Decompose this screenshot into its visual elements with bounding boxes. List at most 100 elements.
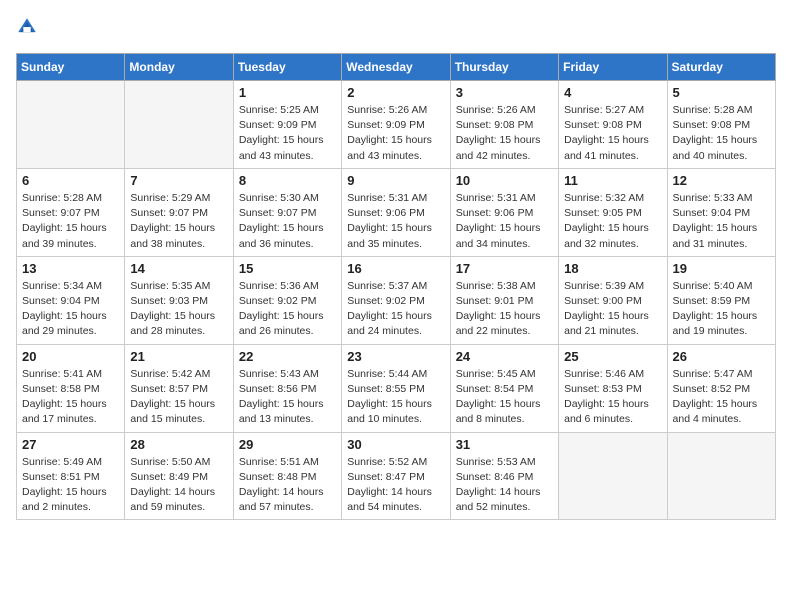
day-number: 1 xyxy=(239,85,336,100)
calendar-week-1: 1 Sunrise: 5:25 AMSunset: 9:09 PMDayligh… xyxy=(17,81,776,169)
day-info: Sunrise: 5:27 AMSunset: 9:08 PMDaylight:… xyxy=(564,103,661,164)
day-number: 12 xyxy=(673,173,770,188)
day-header-tuesday: Tuesday xyxy=(233,54,341,81)
calendar-week-2: 6 Sunrise: 5:28 AMSunset: 9:07 PMDayligh… xyxy=(17,168,776,256)
day-info: Sunrise: 5:52 AMSunset: 8:47 PMDaylight:… xyxy=(347,455,444,516)
day-info: Sunrise: 5:40 AMSunset: 8:59 PMDaylight:… xyxy=(673,279,770,340)
day-info: Sunrise: 5:25 AMSunset: 9:09 PMDaylight:… xyxy=(239,103,336,164)
day-number: 23 xyxy=(347,349,444,364)
calendar-cell: 18 Sunrise: 5:39 AMSunset: 9:00 PMDaylig… xyxy=(559,256,667,344)
day-number: 6 xyxy=(22,173,119,188)
day-info: Sunrise: 5:34 AMSunset: 9:04 PMDaylight:… xyxy=(22,279,119,340)
calendar-cell: 5 Sunrise: 5:28 AMSunset: 9:08 PMDayligh… xyxy=(667,81,775,169)
day-number: 13 xyxy=(22,261,119,276)
day-number: 20 xyxy=(22,349,119,364)
day-header-monday: Monday xyxy=(125,54,233,81)
calendar-cell: 12 Sunrise: 5:33 AMSunset: 9:04 PMDaylig… xyxy=(667,168,775,256)
day-number: 31 xyxy=(456,437,553,452)
calendar-cell: 9 Sunrise: 5:31 AMSunset: 9:06 PMDayligh… xyxy=(342,168,450,256)
page-header xyxy=(16,16,776,43)
calendar-header-row: SundayMondayTuesdayWednesdayThursdayFrid… xyxy=(17,54,776,81)
calendar-cell xyxy=(667,432,775,520)
calendar-cell: 15 Sunrise: 5:36 AMSunset: 9:02 PMDaylig… xyxy=(233,256,341,344)
calendar-cell: 14 Sunrise: 5:35 AMSunset: 9:03 PMDaylig… xyxy=(125,256,233,344)
day-info: Sunrise: 5:51 AMSunset: 8:48 PMDaylight:… xyxy=(239,455,336,516)
calendar-cell: 6 Sunrise: 5:28 AMSunset: 9:07 PMDayligh… xyxy=(17,168,125,256)
day-info: Sunrise: 5:26 AMSunset: 9:08 PMDaylight:… xyxy=(456,103,553,164)
calendar-cell: 11 Sunrise: 5:32 AMSunset: 9:05 PMDaylig… xyxy=(559,168,667,256)
day-number: 3 xyxy=(456,85,553,100)
calendar-body: 1 Sunrise: 5:25 AMSunset: 9:09 PMDayligh… xyxy=(17,81,776,520)
calendar-cell: 7 Sunrise: 5:29 AMSunset: 9:07 PMDayligh… xyxy=(125,168,233,256)
calendar-cell: 3 Sunrise: 5:26 AMSunset: 9:08 PMDayligh… xyxy=(450,81,558,169)
day-info: Sunrise: 5:43 AMSunset: 8:56 PMDaylight:… xyxy=(239,367,336,428)
day-info: Sunrise: 5:38 AMSunset: 9:01 PMDaylight:… xyxy=(456,279,553,340)
calendar-cell: 13 Sunrise: 5:34 AMSunset: 9:04 PMDaylig… xyxy=(17,256,125,344)
day-info: Sunrise: 5:49 AMSunset: 8:51 PMDaylight:… xyxy=(22,455,119,516)
day-number: 2 xyxy=(347,85,444,100)
day-number: 21 xyxy=(130,349,227,364)
day-number: 28 xyxy=(130,437,227,452)
calendar-cell xyxy=(125,81,233,169)
day-info: Sunrise: 5:45 AMSunset: 8:54 PMDaylight:… xyxy=(456,367,553,428)
calendar-week-4: 20 Sunrise: 5:41 AMSunset: 8:58 PMDaylig… xyxy=(17,344,776,432)
calendar-cell: 30 Sunrise: 5:52 AMSunset: 8:47 PMDaylig… xyxy=(342,432,450,520)
calendar-table: SundayMondayTuesdayWednesdayThursdayFrid… xyxy=(16,53,776,520)
day-info: Sunrise: 5:35 AMSunset: 9:03 PMDaylight:… xyxy=(130,279,227,340)
day-info: Sunrise: 5:26 AMSunset: 9:09 PMDaylight:… xyxy=(347,103,444,164)
day-header-saturday: Saturday xyxy=(667,54,775,81)
day-info: Sunrise: 5:44 AMSunset: 8:55 PMDaylight:… xyxy=(347,367,444,428)
day-number: 27 xyxy=(22,437,119,452)
day-number: 30 xyxy=(347,437,444,452)
day-number: 7 xyxy=(130,173,227,188)
day-number: 25 xyxy=(564,349,661,364)
day-header-friday: Friday xyxy=(559,54,667,81)
calendar-cell: 16 Sunrise: 5:37 AMSunset: 9:02 PMDaylig… xyxy=(342,256,450,344)
calendar-cell: 31 Sunrise: 5:53 AMSunset: 8:46 PMDaylig… xyxy=(450,432,558,520)
day-info: Sunrise: 5:53 AMSunset: 8:46 PMDaylight:… xyxy=(456,455,553,516)
calendar-cell: 17 Sunrise: 5:38 AMSunset: 9:01 PMDaylig… xyxy=(450,256,558,344)
calendar-cell: 26 Sunrise: 5:47 AMSunset: 8:52 PMDaylig… xyxy=(667,344,775,432)
calendar-cell: 4 Sunrise: 5:27 AMSunset: 9:08 PMDayligh… xyxy=(559,81,667,169)
day-info: Sunrise: 5:30 AMSunset: 9:07 PMDaylight:… xyxy=(239,191,336,252)
calendar-cell: 24 Sunrise: 5:45 AMSunset: 8:54 PMDaylig… xyxy=(450,344,558,432)
day-info: Sunrise: 5:42 AMSunset: 8:57 PMDaylight:… xyxy=(130,367,227,428)
day-info: Sunrise: 5:33 AMSunset: 9:04 PMDaylight:… xyxy=(673,191,770,252)
day-number: 11 xyxy=(564,173,661,188)
day-number: 4 xyxy=(564,85,661,100)
day-info: Sunrise: 5:28 AMSunset: 9:08 PMDaylight:… xyxy=(673,103,770,164)
day-number: 18 xyxy=(564,261,661,276)
day-number: 10 xyxy=(456,173,553,188)
calendar-cell: 2 Sunrise: 5:26 AMSunset: 9:09 PMDayligh… xyxy=(342,81,450,169)
day-number: 17 xyxy=(456,261,553,276)
day-number: 16 xyxy=(347,261,444,276)
calendar-cell: 25 Sunrise: 5:46 AMSunset: 8:53 PMDaylig… xyxy=(559,344,667,432)
calendar-cell: 23 Sunrise: 5:44 AMSunset: 8:55 PMDaylig… xyxy=(342,344,450,432)
day-info: Sunrise: 5:46 AMSunset: 8:53 PMDaylight:… xyxy=(564,367,661,428)
day-number: 29 xyxy=(239,437,336,452)
day-info: Sunrise: 5:28 AMSunset: 9:07 PMDaylight:… xyxy=(22,191,119,252)
calendar-cell: 28 Sunrise: 5:50 AMSunset: 8:49 PMDaylig… xyxy=(125,432,233,520)
calendar-cell xyxy=(17,81,125,169)
logo-icon xyxy=(16,16,38,43)
day-info: Sunrise: 5:41 AMSunset: 8:58 PMDaylight:… xyxy=(22,367,119,428)
day-number: 26 xyxy=(673,349,770,364)
day-info: Sunrise: 5:47 AMSunset: 8:52 PMDaylight:… xyxy=(673,367,770,428)
day-number: 19 xyxy=(673,261,770,276)
calendar-cell: 27 Sunrise: 5:49 AMSunset: 8:51 PMDaylig… xyxy=(17,432,125,520)
calendar-cell: 20 Sunrise: 5:41 AMSunset: 8:58 PMDaylig… xyxy=(17,344,125,432)
day-number: 9 xyxy=(347,173,444,188)
day-info: Sunrise: 5:36 AMSunset: 9:02 PMDaylight:… xyxy=(239,279,336,340)
day-number: 5 xyxy=(673,85,770,100)
calendar-cell: 1 Sunrise: 5:25 AMSunset: 9:09 PMDayligh… xyxy=(233,81,341,169)
day-number: 14 xyxy=(130,261,227,276)
day-info: Sunrise: 5:37 AMSunset: 9:02 PMDaylight:… xyxy=(347,279,444,340)
day-info: Sunrise: 5:32 AMSunset: 9:05 PMDaylight:… xyxy=(564,191,661,252)
day-info: Sunrise: 5:50 AMSunset: 8:49 PMDaylight:… xyxy=(130,455,227,516)
calendar-cell: 19 Sunrise: 5:40 AMSunset: 8:59 PMDaylig… xyxy=(667,256,775,344)
calendar-cell: 21 Sunrise: 5:42 AMSunset: 8:57 PMDaylig… xyxy=(125,344,233,432)
calendar-week-5: 27 Sunrise: 5:49 AMSunset: 8:51 PMDaylig… xyxy=(17,432,776,520)
calendar-cell: 8 Sunrise: 5:30 AMSunset: 9:07 PMDayligh… xyxy=(233,168,341,256)
calendar-cell xyxy=(559,432,667,520)
day-number: 22 xyxy=(239,349,336,364)
